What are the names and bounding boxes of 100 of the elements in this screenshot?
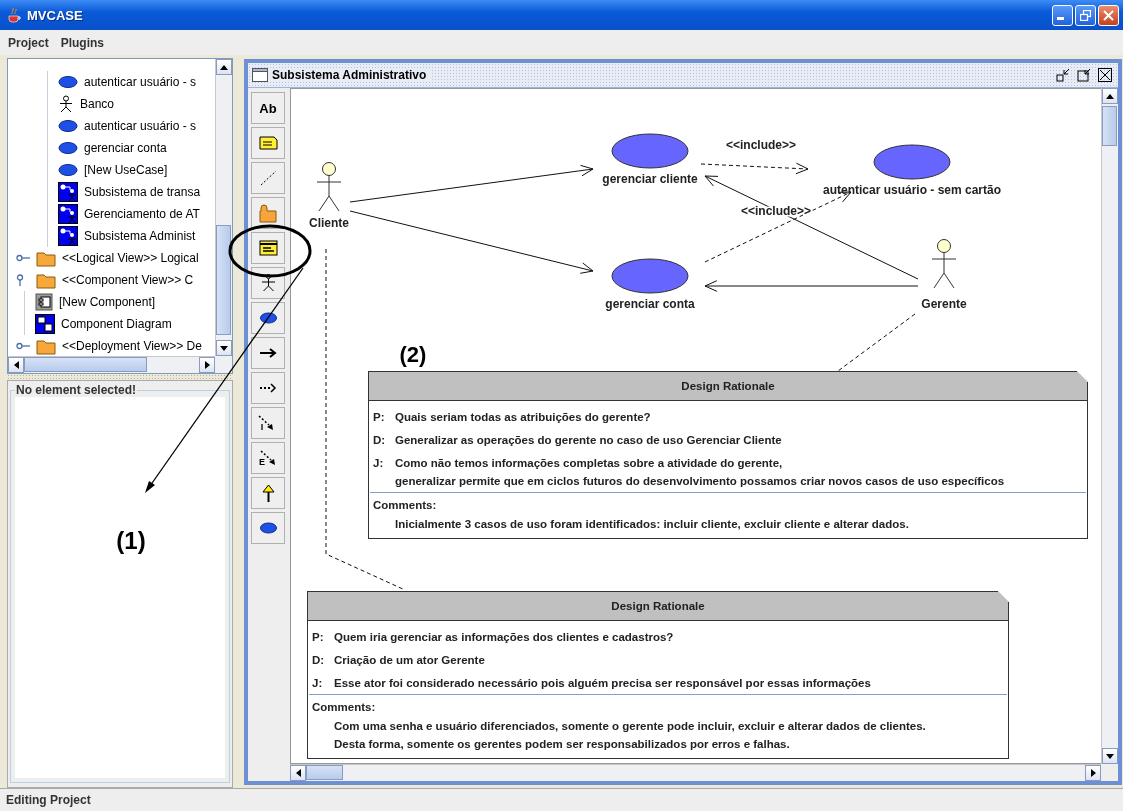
tool-button[interactable]: Ab (251, 92, 285, 124)
close-button[interactable] (1096, 66, 1114, 84)
actor-figure (316, 162, 342, 212)
scroll-up-button[interactable] (1102, 88, 1118, 104)
folder-icon (36, 271, 56, 289)
comments-label: Comments: (373, 499, 437, 511)
note-title: Design Rationale (611, 600, 705, 612)
use-case-name: gerenciar conta (605, 297, 695, 311)
tree-item[interactable]: <<Deployment View>> De (62, 339, 202, 353)
minimize-icon (1057, 16, 1064, 20)
entry-tag: D: (312, 651, 334, 669)
left-triangle-icon (295, 769, 301, 777)
iconify-button[interactable] (1054, 66, 1072, 84)
tool-button[interactable] (251, 512, 285, 544)
up-triangle-icon (220, 64, 228, 70)
ellipse-icon (58, 75, 78, 89)
scrollbar-thumb[interactable] (306, 765, 343, 780)
horizontal-scrollbar[interactable] (290, 764, 1101, 781)
expand-handle-icon[interactable] (16, 252, 30, 264)
tool-button[interactable] (251, 232, 285, 264)
scroll-right-button[interactable] (1085, 765, 1101, 781)
tool-button[interactable]: I (251, 407, 285, 439)
scrollbar-thumb[interactable] (216, 225, 231, 335)
entry-tag: P: (373, 408, 395, 426)
tree-item[interactable]: Subsistema de transa (84, 185, 201, 199)
diagram-icon (58, 204, 78, 224)
restore-button[interactable] (1075, 4, 1096, 26)
tool-button[interactable] (251, 267, 285, 299)
scroll-up-button[interactable] (216, 59, 232, 75)
menu-item[interactable]: Project (8, 35, 49, 50)
entry-text: Esse ator foi considerado necessário pois alguém precisa ser responsável por essas informações (334, 676, 871, 691)
tree-item[interactable]: <<Logical View>> Logical (62, 251, 199, 265)
actor-figure (931, 239, 957, 289)
comment-text: Com uma senha e usuário diferenciados, somente o gerente pode incluir, excluir e alterar dados de clientes. (334, 720, 926, 732)
scrollbar-corner (215, 356, 232, 373)
tree-item[interactable]: gerenciar conta (84, 141, 167, 155)
tree-item[interactable]: [New Component] (59, 295, 156, 309)
window-icon (252, 68, 268, 82)
vertical-scrollbar[interactable] (1101, 88, 1118, 764)
use-case-name: autenticar usuário - sem cartão (822, 183, 1002, 197)
status-text: Editing Project (6, 793, 91, 807)
right-triangle-icon (1090, 769, 1096, 777)
close-icon (1098, 68, 1112, 82)
scrollbar-thumb[interactable] (1102, 106, 1117, 146)
expand-handle-icon[interactable] (16, 340, 30, 352)
scroll-left-button[interactable] (290, 765, 306, 781)
relation-label: <<include>> (726, 138, 796, 152)
folder-icon (256, 203, 280, 223)
scroll-down-button[interactable] (216, 340, 232, 356)
entry-text: Criação de um ator Gerente (334, 653, 485, 668)
tree-item[interactable]: <<Component View>> C (62, 273, 194, 287)
comment-text: Desta forma, somente os gerentes podem ser responsabilizados por erros e falhas. (334, 738, 790, 750)
left-triangle-icon (13, 361, 19, 369)
diagram-icon (58, 182, 78, 202)
down-triangle-icon (220, 345, 228, 351)
tree-item[interactable]: Component Diagram (61, 317, 172, 331)
minimize-button[interactable] (1052, 4, 1073, 26)
tool-button[interactable] (251, 477, 285, 509)
vertical-scrollbar[interactable] (215, 59, 232, 356)
entry-text: Quais seriam todas as atribuições do gerente? (395, 410, 651, 425)
menu-item[interactable]: Plugins (60, 35, 105, 50)
tree-item[interactable]: autenticar usuário - s (84, 75, 197, 89)
frame-title: Subsistema Administrativo (268, 68, 431, 82)
scroll-down-button[interactable] (1102, 748, 1118, 764)
comments-label: Comments: (312, 701, 376, 713)
entry-tag: J: (312, 674, 334, 692)
tree-item[interactable]: Gerenciamento de AT (84, 207, 200, 221)
actor-name: Cliente (309, 216, 349, 230)
tree-item[interactable]: Subsistema Administ (84, 229, 196, 243)
scroll-right-button[interactable] (199, 357, 215, 373)
use-case-name: gerenciar cliente (602, 172, 698, 186)
right-triangle-icon (204, 361, 210, 369)
maximize-icon (1077, 68, 1091, 82)
dashed-arrow-icon (257, 414, 276, 432)
window-title: MVCASE (27, 7, 84, 23)
note-icon (256, 133, 280, 153)
tree-item[interactable]: autenticar usuário - s (84, 119, 197, 133)
component-icon (35, 293, 53, 311)
entry-text: Quem iria gerenciar as informações dos clientes e cadastros? (334, 630, 674, 645)
horizontal-scrollbar[interactable] (8, 356, 215, 373)
tool-button[interactable] (251, 302, 285, 334)
tool-button[interactable]: E (251, 442, 285, 474)
tool-button[interactable] (251, 197, 285, 229)
maximize-button[interactable] (1075, 66, 1093, 84)
up-triangle-icon (1106, 93, 1114, 99)
ellipse-icon (58, 119, 78, 133)
down-triangle-icon (1106, 753, 1114, 759)
scroll-left-button[interactable] (8, 357, 24, 373)
annotation-label: (1) (116, 527, 146, 554)
tree-item[interactable]: [New UseCase] (84, 163, 168, 177)
actor-name: Gerente (921, 297, 967, 311)
tree-item[interactable]: Banco (80, 97, 115, 111)
diagram-icon (35, 314, 55, 334)
folder-icon (36, 249, 56, 267)
iconify-icon (1056, 68, 1070, 82)
entry-tag: D: (373, 431, 395, 449)
scrollbar-thumb[interactable] (24, 357, 147, 372)
stick-figure-icon (58, 95, 74, 113)
diagram-icon (58, 226, 78, 246)
tool-button[interactable] (251, 337, 285, 369)
